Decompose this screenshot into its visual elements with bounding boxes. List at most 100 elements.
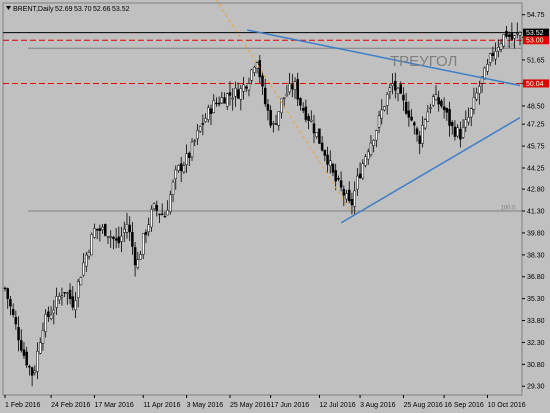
candle [440,99,443,109]
candle [163,211,167,218]
y-tick-label: 45.75 [527,144,545,151]
candle [209,104,213,125]
x-tick-label: 17 Jun 2016 [271,402,310,409]
candle [274,114,278,125]
candle [478,80,481,105]
candle [266,98,270,121]
price-tag: 53.52 [523,28,549,37]
candle [152,202,156,211]
candle [11,303,15,318]
candle [136,251,140,270]
candle [326,146,329,173]
candle [98,224,102,242]
candle [68,283,72,305]
candle [353,181,356,216]
y-tick-label: 30.80 [527,362,545,369]
candle [499,39,503,53]
candle [331,162,335,177]
candle [160,203,164,216]
candle [169,190,172,215]
candle [95,228,99,240]
candle [87,249,91,260]
candle [510,22,514,41]
candle [74,292,77,318]
candle [380,99,384,125]
candle [285,85,289,97]
candle [193,139,196,147]
candle [469,107,473,127]
candle [396,86,400,102]
candle [204,113,207,123]
candle [188,151,191,167]
ohlc-high: 53.70 [74,6,92,13]
candle [85,251,88,272]
candle [120,226,123,253]
candle [459,121,462,148]
candle [63,292,66,297]
candle [79,276,83,286]
candle [345,189,348,203]
y-tick-label: 41.30 [527,209,545,216]
y-tick-label: 51.65 [527,57,545,64]
candle [377,110,381,134]
candle [442,97,446,119]
candle [131,222,134,255]
candle [44,309,47,338]
y-tick-label: 38.30 [527,252,545,259]
candle [244,85,248,93]
symbol-title: BRENT,Daily [13,6,54,13]
candle [486,58,489,75]
y-tick-label: 36.80 [527,274,545,281]
candle [423,118,427,131]
candle [413,121,416,135]
candle [391,73,394,95]
x-tick-label: 24 Feb 2016 [51,402,90,409]
y-tick-label: 48.50 [527,103,545,110]
y-tick-label: 35.30 [527,296,545,303]
candle [144,229,148,244]
candle [9,295,12,316]
candle [22,341,26,359]
candle [277,111,281,131]
candle [456,124,459,138]
candle [55,287,58,315]
candle [372,139,375,153]
candle [179,156,183,183]
candle [383,105,386,112]
candle [223,92,226,104]
candle [253,65,256,77]
candle [231,88,234,111]
candle [301,102,305,114]
candle [185,144,188,173]
trendline-upper[interactable] [247,29,521,87]
candle [76,278,80,308]
candle [36,342,39,380]
candle [41,322,45,351]
candle [57,292,61,305]
candle [147,217,150,237]
candle [217,96,221,107]
candle [356,168,359,197]
candle [369,135,373,157]
candle [410,109,413,122]
price-chart[interactable]: 54.7553.2051.6550.0548.5047.2545.7544.25… [0,0,550,413]
candle [201,114,205,136]
candle [358,162,362,180]
fibo-diagonal-line[interactable] [210,0,352,212]
candle [488,52,492,67]
candle [453,120,457,141]
trendline-lower[interactable] [340,116,521,224]
candle [250,68,253,85]
fibo-level-text: 100.0 [500,206,516,212]
candle [106,236,110,245]
candle [518,31,522,46]
candle [207,104,210,123]
candle [258,55,262,83]
symbol-dropdown-icon[interactable] [6,6,11,10]
candle [299,97,302,111]
candle [513,35,516,49]
candle [426,105,430,122]
candle [182,161,186,174]
candle [318,128,321,144]
candle [323,149,327,162]
